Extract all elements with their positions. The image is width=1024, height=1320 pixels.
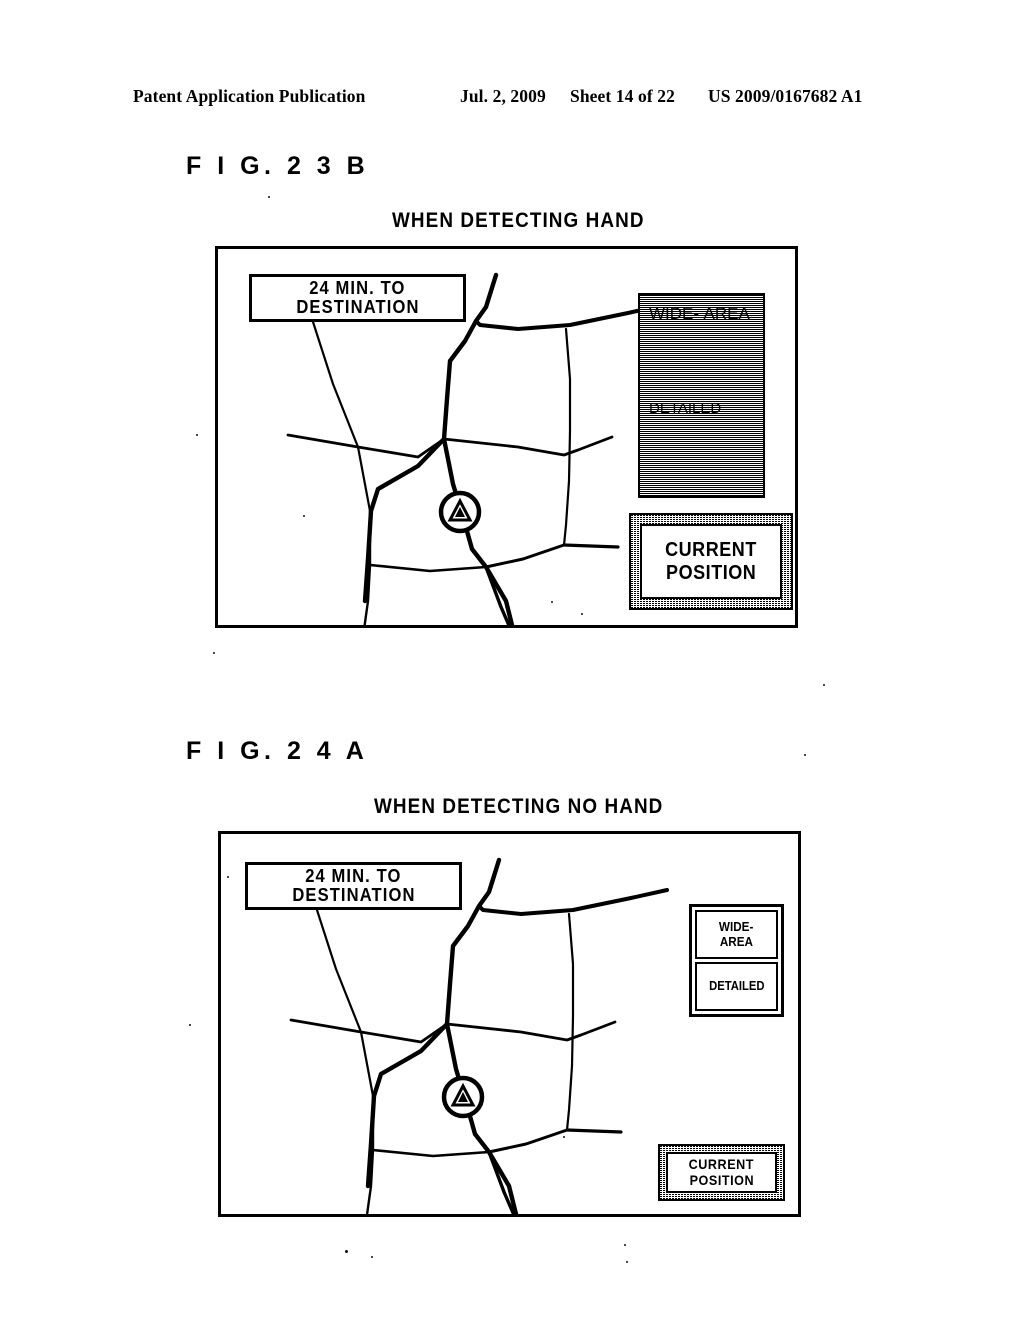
screen-inner-23b: 24 MIN. TO DESTINATION WIDE- AREA DETAIL… — [218, 249, 795, 625]
header-date-text: Jul. 2, 2009 — [460, 86, 546, 106]
destination-eta-text: 24 MIN. TO — [305, 865, 402, 886]
wide-area-label-line2: AREA — [719, 933, 754, 949]
screen-inner-24a: 24 MIN. TO DESTINATION WIDE- AREA DETAIL… — [221, 834, 798, 1214]
figure-label-24a: F I G. 2 4 A — [186, 737, 369, 765]
wide-area-button-23b[interactable]: WIDE- AREA — [649, 304, 754, 391]
destination-banner-24a: 24 MIN. TO DESTINATION — [245, 862, 462, 910]
figure-caption-24a: WHEN DETECTING NO HAND — [374, 795, 664, 818]
navigation-screen-24a: 24 MIN. TO DESTINATION WIDE- AREA DETAIL… — [218, 831, 801, 1217]
wide-area-label-line2: AREA — [703, 304, 750, 323]
scan-speckle — [345, 1250, 348, 1253]
scan-speckle — [196, 434, 198, 436]
current-position-label-line1: CURRENT — [665, 539, 757, 562]
scan-speckle — [804, 754, 806, 756]
destination-eta-text: 24 MIN. TO — [309, 277, 406, 298]
scan-speckle — [624, 1244, 626, 1246]
current-position-button-23b[interactable]: CURRENT POSITION — [629, 513, 793, 610]
scan-speckle — [823, 684, 825, 686]
current-position-label-line2: POSITION — [689, 1171, 754, 1188]
scan-speckle — [371, 1256, 373, 1258]
scan-speckle — [189, 1024, 191, 1026]
vehicle-position-marker-23b — [438, 490, 482, 534]
navigation-screen-23b: 24 MIN. TO DESTINATION WIDE- AREA DETAIL… — [215, 246, 798, 628]
current-position-button-24a[interactable]: CURRENT POSITION — [658, 1144, 785, 1201]
zoom-button-stack-23b: WIDE- AREA DETAILED — [638, 293, 765, 498]
patent-page-header: Patent Application Publication Jul. 2, 2… — [0, 86, 1024, 110]
header-publication-text: Patent Application Publication — [133, 86, 366, 106]
current-position-label-line1: CURRENT — [688, 1155, 755, 1172]
current-position-face-23b: CURRENT POSITION — [640, 524, 782, 599]
detailed-label: DETAILED — [708, 978, 765, 993]
current-position-face-24a: CURRENT POSITION — [666, 1152, 777, 1193]
wide-area-label-line1: WIDE- — [719, 919, 754, 935]
wide-area-label-line1: WIDE- — [649, 304, 700, 323]
scan-speckle — [303, 515, 305, 517]
header-sheet-text: Sheet 14 of 22 — [570, 86, 675, 106]
header-patent-number: US 2009/0167682 A1 — [708, 86, 863, 106]
detailed-label: DETAILED — [649, 400, 722, 417]
figure-label-23b: F I G. 2 3 B — [186, 152, 370, 180]
detailed-button-24a[interactable]: DETAILED — [695, 962, 778, 1011]
scan-speckle — [551, 601, 553, 603]
scan-speckle — [213, 652, 215, 654]
destination-label-text: DESTINATION — [295, 297, 420, 317]
vehicle-position-marker-24a — [441, 1075, 485, 1119]
zoom-button-stack-24a: WIDE- AREA DETAILED — [689, 904, 784, 1017]
wide-area-button-24a[interactable]: WIDE- AREA — [695, 910, 778, 959]
detailed-button-23b[interactable]: DETAILED — [649, 400, 754, 487]
scan-speckle — [563, 1136, 565, 1138]
scan-speckle — [227, 876, 229, 878]
current-position-label-line2: POSITION — [665, 561, 757, 584]
scan-speckle — [626, 1261, 628, 1263]
destination-banner-23b: 24 MIN. TO DESTINATION — [249, 274, 466, 322]
destination-label-text: DESTINATION — [291, 885, 416, 905]
figure-caption-23b: WHEN DETECTING HAND — [392, 209, 645, 232]
scan-speckle — [268, 196, 270, 198]
scan-speckle — [581, 613, 583, 615]
